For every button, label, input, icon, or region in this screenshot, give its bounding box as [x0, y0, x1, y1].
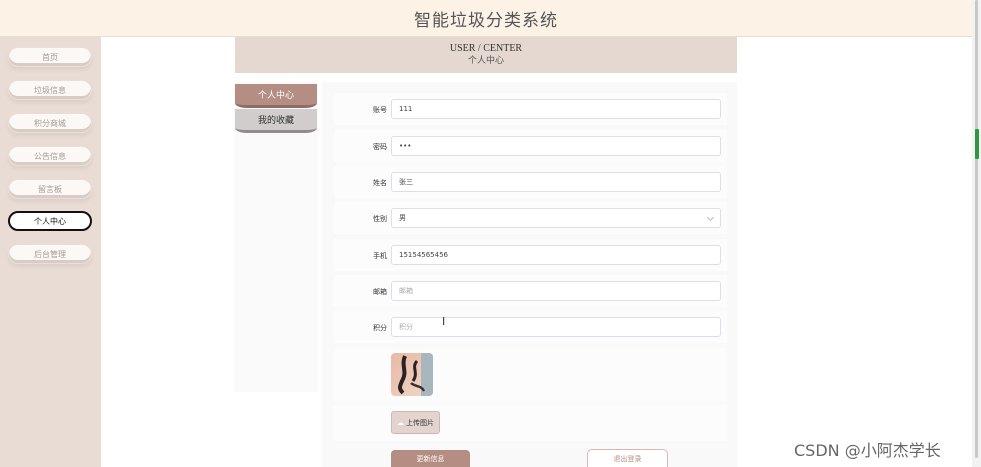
- text-cursor-icon: I: [442, 315, 446, 328]
- sidebar-item-label: 垃圾信息: [34, 85, 66, 95]
- points-label: 积分: [373, 324, 387, 332]
- phone-input[interactable]: 15154565456: [391, 245, 721, 265]
- sidebar-item-label: 公告信息: [34, 151, 66, 161]
- chevron-down-icon: [706, 213, 715, 222]
- app-title: 智能垃圾分类系统: [414, 10, 558, 31]
- sidebar-item-admin[interactable]: 后台管理: [8, 244, 92, 264]
- banner-english-title: USER / CENTER: [449, 43, 523, 54]
- email-placeholder: 邮箱: [399, 287, 413, 295]
- email-label: 邮箱: [373, 288, 387, 296]
- account-label: 账号: [373, 106, 387, 114]
- account-input[interactable]: 111: [391, 99, 721, 119]
- upload-image-button[interactable]: ☁ 上传图片: [391, 411, 440, 434]
- gender-select[interactable]: 男: [391, 208, 721, 228]
- upload-icon: ☁: [397, 418, 404, 427]
- gender-label: 性别: [373, 215, 387, 223]
- csdn-watermark: CSDN @小阿杰学长: [794, 441, 941, 460]
- tab-personal-center[interactable]: 个人中心: [235, 84, 317, 108]
- sidebar-item-announcements[interactable]: 公告信息: [8, 146, 92, 166]
- banner-chinese-title: 个人中心: [467, 56, 504, 66]
- name-label: 姓名: [373, 179, 387, 187]
- tab-my-favorites[interactable]: 我的收藏: [235, 109, 317, 133]
- points-placeholder: 积分: [399, 323, 413, 331]
- account-value: 111: [399, 105, 413, 113]
- sidebar-item-label: 积分商城: [34, 118, 66, 128]
- upload-label: 上传图片: [406, 418, 434, 427]
- name-value: 张三: [399, 178, 413, 186]
- logout-button[interactable]: 退出登录: [587, 449, 668, 467]
- points-input[interactable]: 积分: [391, 317, 721, 337]
- top-header: 智能垃圾分类系统: [0, 0, 972, 37]
- sidebar-item-label: 个人中心: [34, 216, 66, 226]
- gender-value: 男: [399, 214, 406, 222]
- sidebar-item-label: 首页: [42, 52, 58, 62]
- sidebar-item-personal-center[interactable]: 个人中心: [8, 211, 92, 231]
- phone-value: 15154565456: [399, 251, 448, 259]
- phone-label: 手机: [373, 252, 387, 260]
- scrollbar-thumb[interactable]: [975, 0, 978, 458]
- name-input[interactable]: 张三: [391, 172, 721, 192]
- email-input[interactable]: 邮箱: [391, 281, 721, 301]
- sidebar-item-points-mall[interactable]: 积分商城: [8, 113, 92, 133]
- sidebar-item-garbage-info[interactable]: 垃圾信息: [8, 80, 92, 100]
- page-banner: USER / CENTER 个人中心: [235, 37, 737, 73]
- sidebar-item-home[interactable]: 首页: [8, 47, 92, 67]
- center-tabs: 个人中心 我的收藏: [235, 82, 317, 390]
- sidebar-item-label: 后台管理: [34, 249, 66, 259]
- sidebar-item-label: 留言板: [38, 184, 62, 194]
- scrollbar-marker: [975, 129, 979, 159]
- avatar: [391, 353, 433, 396]
- update-info-button[interactable]: 更新信息: [391, 450, 470, 467]
- password-value: •••: [399, 142, 412, 150]
- sidebar-item-message-board[interactable]: 留言板: [8, 179, 92, 199]
- sidebar: 首页 垃圾信息 积分商城 公告信息 留言板 个人中心 后台管理: [0, 37, 101, 467]
- password-label: 密码: [373, 143, 387, 151]
- password-input[interactable]: •••: [391, 136, 721, 156]
